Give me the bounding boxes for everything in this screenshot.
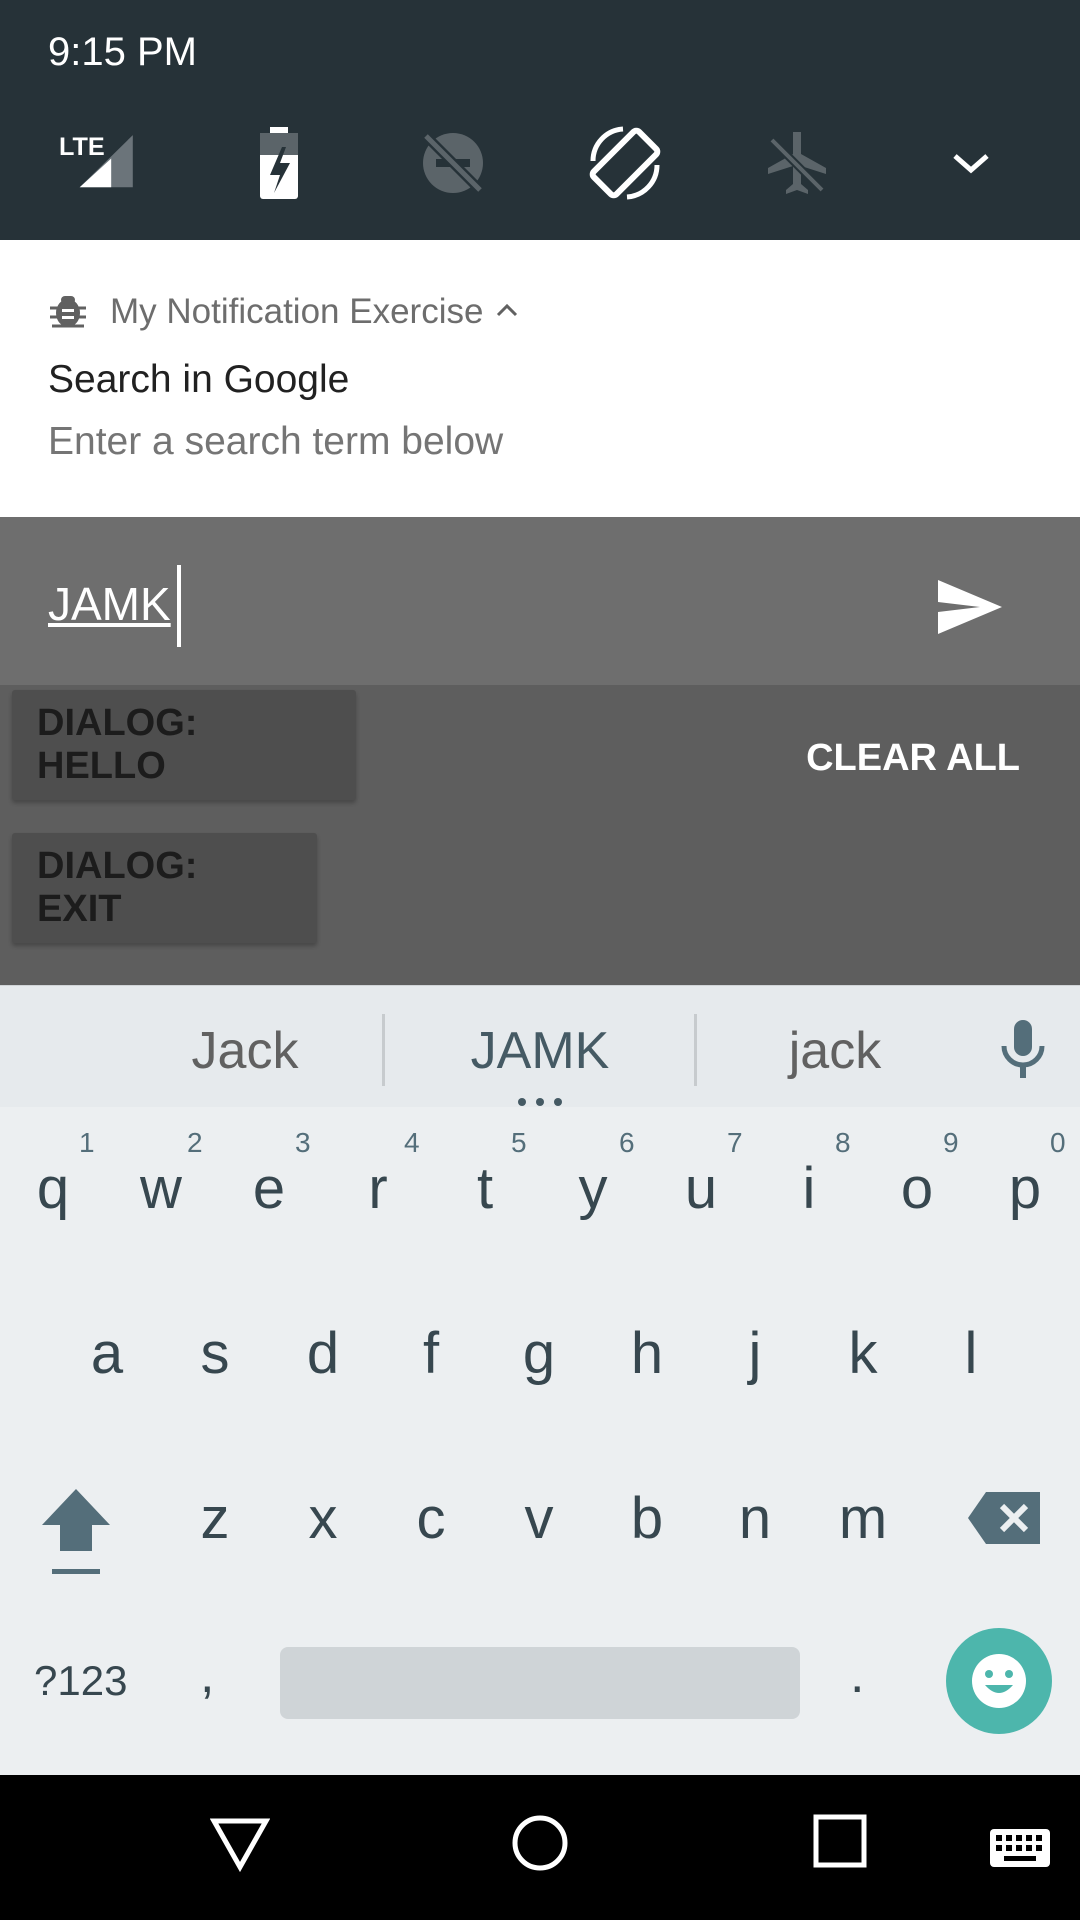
key-hint: 8 <box>835 1127 851 1158</box>
key-x[interactable]: x <box>278 1485 368 1552</box>
suggestion-2[interactable]: JAMK <box>445 1021 635 1081</box>
backspace-icon[interactable] <box>966 1490 1042 1551</box>
key-z[interactable]: z <box>170 1485 260 1552</box>
do-not-disturb-off-icon[interactable] <box>408 118 498 208</box>
key-a[interactable]: a <box>62 1320 152 1387</box>
key-e[interactable]: e <box>224 1155 314 1222</box>
shift-icon[interactable] <box>38 1485 114 1582</box>
expand-chevron-icon[interactable] <box>926 118 1016 208</box>
key-n[interactable]: n <box>710 1485 800 1552</box>
notification-card[interactable]: My Notification Exercise Search in Googl… <box>0 240 1080 517</box>
key-hint: 3 <box>295 1127 311 1158</box>
key-m[interactable]: m <box>818 1485 908 1552</box>
key-hint: 6 <box>619 1127 635 1158</box>
microphone-icon[interactable] <box>998 1018 1048 1085</box>
symbols-key[interactable]: ?123 <box>34 1657 127 1705</box>
space-bar[interactable] <box>280 1647 800 1719</box>
text-cursor <box>177 565 181 647</box>
notification-text: Enter a search term below <box>48 420 504 463</box>
key-hint: 5 <box>511 1127 527 1158</box>
comma-key[interactable]: , <box>200 1645 214 1705</box>
period-key[interactable]: . <box>850 1645 864 1705</box>
quick-settings-panel: 9:15 PM LTE <box>0 0 1080 240</box>
key-k[interactable]: k <box>818 1320 908 1387</box>
airplane-mode-icon[interactable] <box>752 118 842 208</box>
key-w[interactable]: w <box>116 1155 206 1222</box>
key-t[interactable]: t <box>440 1155 530 1222</box>
key-j[interactable]: j <box>710 1320 800 1387</box>
auto-rotate-icon[interactable] <box>580 118 670 208</box>
key-hint: 1 <box>79 1127 95 1158</box>
back-icon[interactable] <box>209 1813 271 1878</box>
suggestion-1[interactable]: Jack <box>160 1021 330 1081</box>
home-icon[interactable] <box>510 1813 570 1878</box>
key-s[interactable]: s <box>170 1320 260 1387</box>
battery-charging-icon[interactable] <box>234 118 324 208</box>
recents-icon[interactable] <box>812 1813 868 1874</box>
key-u[interactable]: u <box>656 1155 746 1222</box>
navigation-bar <box>0 1775 1080 1920</box>
key-o[interactable]: o <box>872 1155 962 1222</box>
clock: 9:15 PM <box>48 30 197 74</box>
notification-actions: DIALOG: HELLO DIALOG: EXIT CLEAR ALL <box>0 685 1080 985</box>
key-g[interactable]: g <box>494 1320 584 1387</box>
key-i[interactable]: i <box>764 1155 854 1222</box>
reply-input[interactable] <box>48 569 868 639</box>
key-h[interactable]: h <box>602 1320 692 1387</box>
key-f[interactable]: f <box>386 1320 476 1387</box>
dialog-hello-button[interactable]: DIALOG: HELLO <box>12 690 356 800</box>
dialog-exit-button[interactable]: DIALOG: EXIT <box>12 833 317 943</box>
emoji-icon[interactable] <box>946 1628 1052 1734</box>
key-l[interactable]: l <box>926 1320 1016 1387</box>
key-c[interactable]: c <box>386 1485 476 1552</box>
suggestion-strip: Jack JAMK jack <box>0 985 1080 1107</box>
key-hint: 2 <box>187 1127 203 1158</box>
reply-bar <box>0 517 1080 685</box>
keyboard-switcher-icon[interactable] <box>988 1827 1052 1874</box>
key-v[interactable]: v <box>494 1485 584 1552</box>
network-type-label: LTE <box>59 133 105 161</box>
notification-title: Search in Google <box>48 358 350 401</box>
key-q[interactable]: q <box>8 1155 98 1222</box>
key-hint: 4 <box>404 1127 420 1158</box>
key-b[interactable]: b <box>602 1485 692 1552</box>
key-d[interactable]: d <box>278 1320 368 1387</box>
notification-header: My Notification Exercise <box>48 290 519 334</box>
bug-icon <box>48 290 88 335</box>
more-suggestions-dots-icon <box>517 1094 563 1112</box>
key-p[interactable]: p <box>980 1155 1070 1222</box>
key-y[interactable]: y <box>548 1155 638 1222</box>
send-icon[interactable] <box>930 567 1010 647</box>
keyboard: Jack JAMK jack q w e r t y u i o p 1 2 3… <box>0 985 1080 1775</box>
key-hint: 7 <box>727 1127 743 1158</box>
suggestion-divider <box>694 1014 697 1086</box>
clear-all-button[interactable]: CLEAR ALL <box>806 737 1020 780</box>
suggestion-3[interactable]: jack <box>750 1021 920 1081</box>
signal-icon[interactable]: LTE <box>50 118 140 208</box>
suggestion-divider <box>382 1014 385 1086</box>
key-hint: 9 <box>943 1127 959 1158</box>
key-hint: 0 <box>1050 1127 1066 1158</box>
app-name: My Notification Exercise <box>110 292 484 331</box>
key-r[interactable]: r <box>333 1155 423 1222</box>
collapse-chevron-icon[interactable] <box>495 302 519 323</box>
